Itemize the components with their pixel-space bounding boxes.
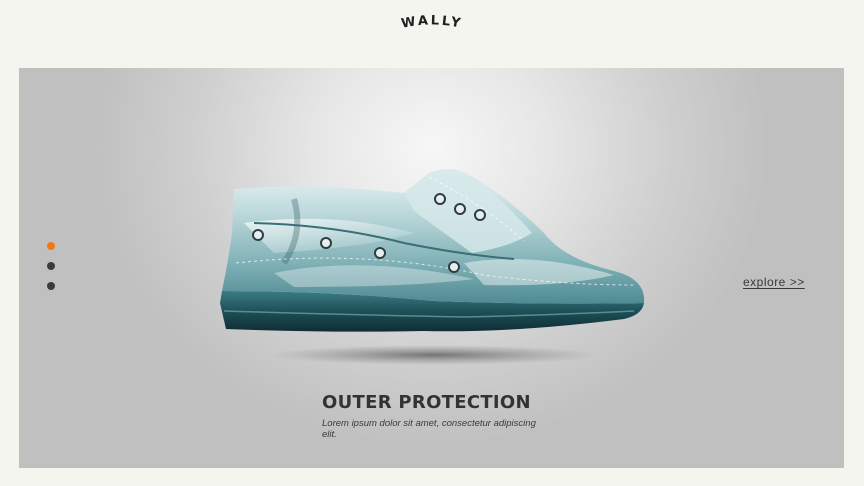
explore-link[interactable]: explore >> xyxy=(743,275,805,289)
logo-text: WALLY xyxy=(400,13,461,31)
slide-title: OUTER PROTECTION xyxy=(322,392,531,413)
slide-description: Lorem ipsum dolor sit amet, consectetur … xyxy=(322,418,536,440)
pagination-dot-1[interactable] xyxy=(47,242,55,250)
pagination-dot-2[interactable] xyxy=(47,262,55,270)
hero-slider: explore >> OUTER PROTECTION Lorem ipsum … xyxy=(19,68,844,468)
pagination-dot-3[interactable] xyxy=(47,282,55,290)
wally-logo[interactable]: WALLY xyxy=(0,6,864,40)
svg-text:WALLY: WALLY xyxy=(400,13,464,31)
slider-pagination xyxy=(47,242,57,292)
shoe-image xyxy=(220,169,645,365)
page: WALLY explore >> OUTER PROTECTION Lorem … xyxy=(0,0,864,486)
